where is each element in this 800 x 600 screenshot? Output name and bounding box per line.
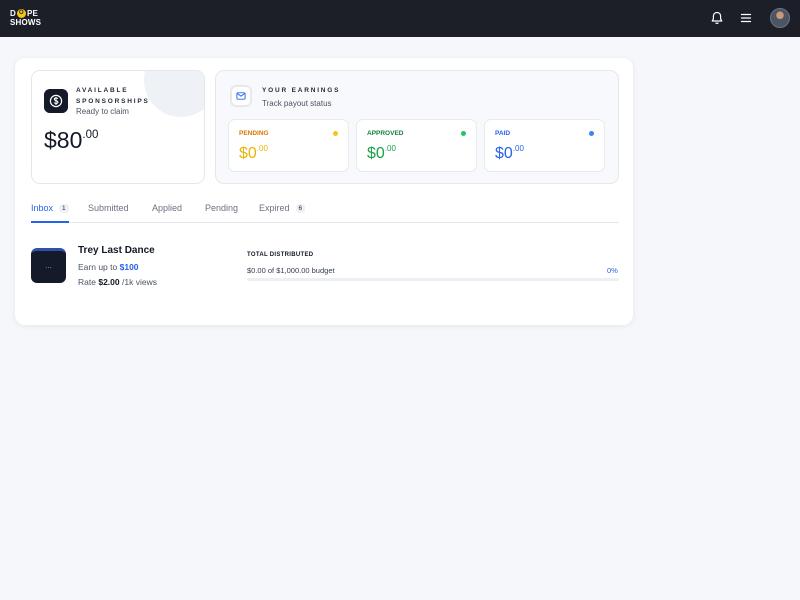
tab-pending[interactable]: Pending (205, 203, 238, 223)
pending-status-dot (333, 131, 338, 136)
sponsorships-subtitle: Ready to claim (76, 107, 129, 116)
top-bar: D O PE SHOWS (0, 0, 800, 37)
avatar[interactable] (770, 8, 790, 28)
pending-earnings-card: PENDING $0.00 (228, 119, 349, 172)
tab-pending-label: Pending (205, 203, 239, 213)
sponsorships-panel: AVAILABLE SPONSORSHIPS Ready to claim $8… (15, 58, 633, 325)
sponsorships-kicker: AVAILABLE SPONSORSHIPS (76, 87, 150, 105)
logo-shows: SHOWS (10, 18, 42, 27)
tab-expired[interactable]: Expired 6 (259, 203, 306, 223)
tab-expired-label: Expired (259, 203, 290, 213)
logo-o-mark: O (16, 9, 26, 18)
paid-label: PAID (495, 130, 511, 137)
bell-icon[interactable] (709, 10, 725, 26)
earnings-kicker: YOUR EARNINGS (262, 87, 341, 94)
distributed-percent: 0% (607, 266, 618, 275)
tab-submitted[interactable]: Submitted (88, 203, 129, 223)
tab-expired-count: 6 (295, 204, 306, 213)
sponsorship-thumbnail[interactable]: ... (31, 248, 66, 283)
menu-icon[interactable] (738, 10, 754, 26)
tab-submitted-label: Submitted (88, 203, 129, 213)
sponsorships-amount: $80.00 (44, 127, 99, 153)
earn-up-to: Earn up to $100 (78, 262, 139, 272)
dope-shows-logo[interactable]: D O PE SHOWS (10, 9, 50, 29)
tab-inbox-label: Inbox (31, 203, 54, 213)
available-sponsorships-card[interactable]: AVAILABLE SPONSORSHIPS Ready to claim $8… (31, 70, 205, 184)
budget-summary: $0.00 of $1,000.00 budget (247, 266, 335, 275)
paid-status-dot (589, 131, 594, 136)
mail-icon (230, 85, 252, 107)
paid-amount: $0.00 (495, 144, 524, 162)
tab-inbox[interactable]: Inbox 1 (31, 203, 69, 223)
logo-letters: PE (26, 9, 39, 18)
sponsorship-title[interactable]: Trey Last Dance (78, 245, 155, 256)
earnings-subtitle: Track payout status (262, 99, 332, 108)
distribution-progress-bar (247, 278, 619, 281)
approved-status-dot (461, 131, 466, 136)
approved-amount: $0.00 (367, 144, 396, 162)
tab-inbox-count: 1 (59, 204, 69, 213)
pending-amount: $0.00 (239, 144, 268, 162)
approved-earnings-card: APPROVED $0.00 (356, 119, 477, 172)
tab-applied[interactable]: Applied (152, 203, 182, 223)
total-distributed-label: TOTAL DISTRIBUTED (247, 252, 314, 258)
logo-letter: D (10, 9, 16, 18)
your-earnings-card: YOUR EARNINGS Track payout status PENDIN… (215, 70, 619, 184)
approved-label: APPROVED (367, 130, 404, 137)
pending-label: PENDING (239, 130, 269, 137)
sponsorship-tabs: Inbox 1 Submitted Applied Pending Expire… (31, 203, 619, 223)
tab-applied-label: Applied (152, 203, 183, 213)
paid-earnings-card: PAID $0.00 (484, 119, 605, 172)
dollar-coin-icon (44, 89, 68, 113)
rate-line: Rate $2.00 /1k views (78, 277, 157, 287)
